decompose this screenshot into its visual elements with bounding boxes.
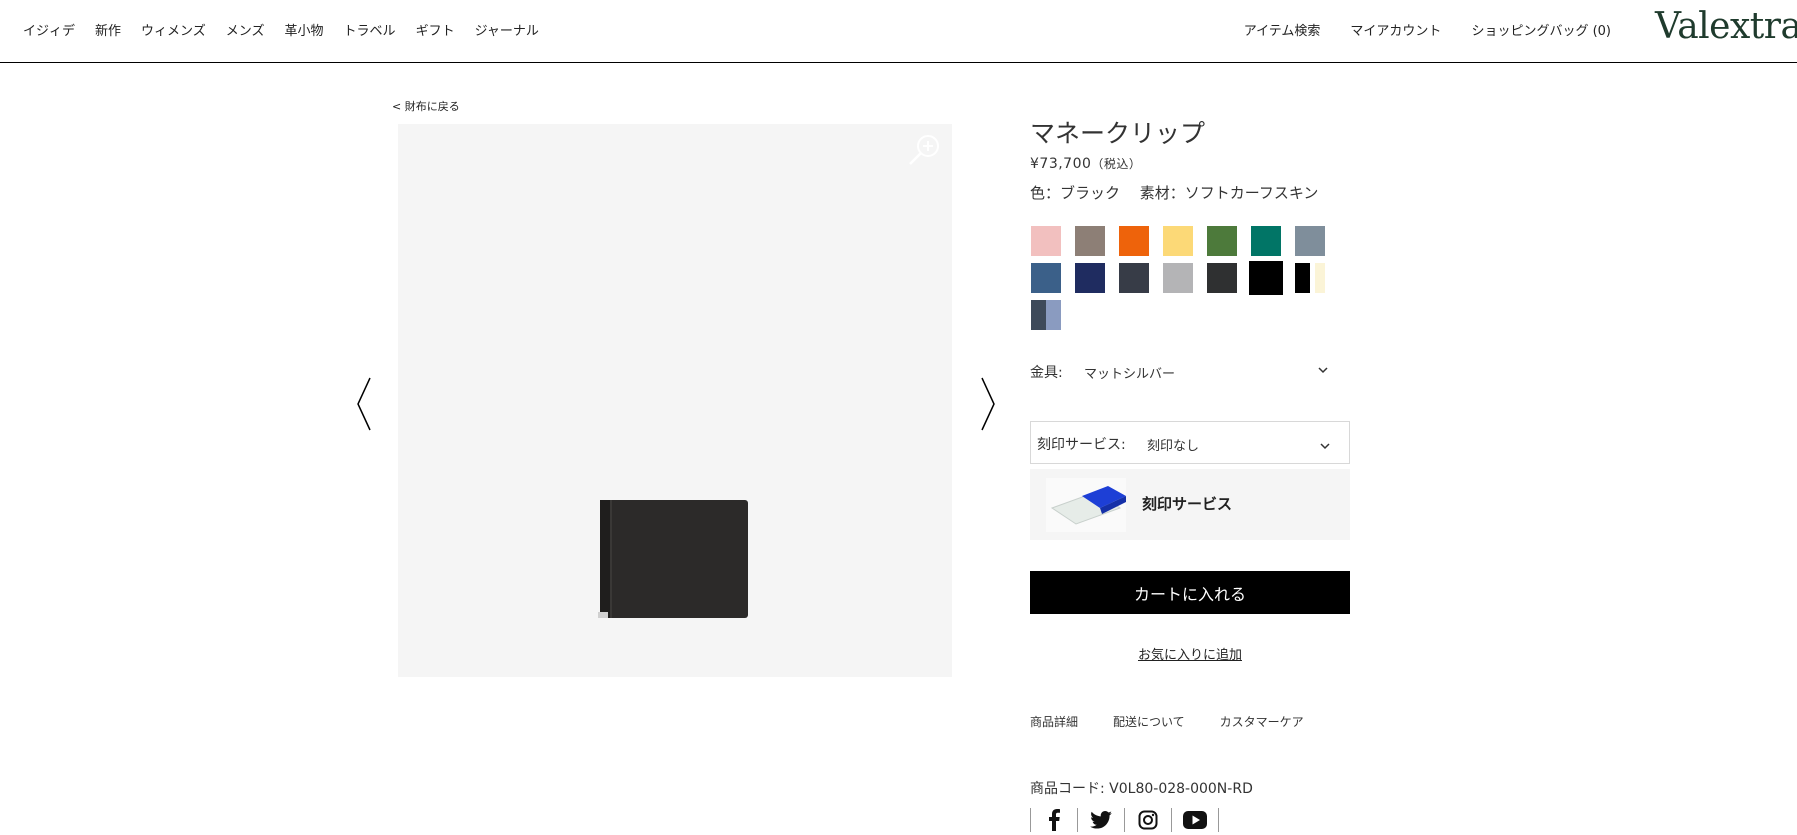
search-link[interactable]: アイテム検索 xyxy=(1244,20,1321,39)
nav-item-new[interactable]: 新作 xyxy=(95,20,121,39)
tab-product-details[interactable]: 商品詳細 xyxy=(1030,713,1078,730)
instagram-icon[interactable] xyxy=(1125,808,1171,832)
zoom-icon[interactable] xyxy=(906,132,942,168)
color-swatch-black-white-cream[interactable] xyxy=(1295,263,1325,293)
chevron-down-icon[interactable] xyxy=(1317,364,1329,376)
nav-item-journal[interactable]: ジャーナル xyxy=(475,20,539,39)
color-swatch-pink[interactable] xyxy=(1031,226,1061,256)
hardware-label: 金具: xyxy=(1030,365,1063,381)
product-title: マネークリップ xyxy=(1030,119,1206,148)
main-nav: イジィデ 新作 ウィメンズ メンズ 革小物 トラベル ギフト ジャーナル xyxy=(23,20,539,39)
color-swatch-green[interactable] xyxy=(1207,226,1237,256)
back-to-wallets-link[interactable]: < 財布に戻る xyxy=(392,98,460,114)
next-image-arrow-icon[interactable] xyxy=(978,374,998,434)
color-swatch-charcoal[interactable] xyxy=(1119,263,1149,293)
social-share xyxy=(1030,808,1219,832)
add-to-wishlist-link[interactable]: お気に入りに追加 xyxy=(1030,644,1350,663)
color-swatch-grey-blue[interactable] xyxy=(1295,226,1325,256)
engraving-label: 刻印サービス: xyxy=(1037,437,1126,453)
account-link[interactable]: マイアカウント xyxy=(1350,20,1441,39)
twitter-icon[interactable] xyxy=(1078,808,1124,832)
product-price: ¥73,700（税込） xyxy=(1030,155,1141,172)
hardware-selector[interactable]: 金具: マットシルバー xyxy=(1030,362,1330,382)
color-swatch-taupe[interactable] xyxy=(1075,226,1105,256)
youtube-icon[interactable] xyxy=(1172,808,1218,832)
engraving-box-image xyxy=(1046,478,1126,532)
color-swatch-teal[interactable] xyxy=(1251,226,1281,256)
engraving-card-title: 刻印サービス xyxy=(1142,495,1233,513)
color-swatch-light-grey[interactable] xyxy=(1163,263,1193,293)
add-to-cart-button[interactable]: カートに入れる xyxy=(1030,571,1350,614)
color-swatch-navy[interactable] xyxy=(1075,263,1105,293)
nav-item-small-leather[interactable]: 革小物 xyxy=(285,20,324,39)
engraving-service-card[interactable]: 刻印サービス xyxy=(1030,469,1350,540)
brand-logo[interactable]: Valextra xyxy=(1655,6,1797,47)
nav-item-travel[interactable]: トラベル xyxy=(344,20,396,39)
facebook-icon[interactable] xyxy=(1031,808,1077,832)
product-info-tabs: 商品詳細 配送について カスタマーケア xyxy=(1030,713,1304,730)
divider xyxy=(1218,808,1219,832)
engraving-value: 刻印なし xyxy=(1147,439,1200,454)
product-image[interactable] xyxy=(398,124,952,677)
color-swatch-orange[interactable] xyxy=(1119,226,1149,256)
color-swatch-slate-periwinkle[interactable] xyxy=(1031,300,1061,330)
chevron-down-icon[interactable] xyxy=(1319,437,1331,450)
color-swatch-dark-grey[interactable] xyxy=(1207,263,1237,293)
shopping-bag-link[interactable]: ショッピングバッグ (0) xyxy=(1471,20,1611,39)
utility-nav: アイテム検索 マイアカウント ショッピングバッグ (0) xyxy=(1244,20,1611,39)
engraving-service-select[interactable]: 刻印サービス: 刻印なし xyxy=(1030,421,1350,464)
color-swatch-blue[interactable] xyxy=(1031,263,1061,293)
color-material-text: 色：ブラック 素材：ソフトカーフスキン xyxy=(1030,184,1319,202)
price-value: ¥73,700 xyxy=(1030,156,1092,172)
color-swatch-yellow[interactable] xyxy=(1163,226,1193,256)
money-clip-wallet-image xyxy=(598,500,748,620)
nav-item-men[interactable]: メンズ xyxy=(226,20,265,39)
top-navigation-bar: イジィデ 新作 ウィメンズ メンズ 革小物 トラベル ギフト ジャーナル アイテ… xyxy=(0,0,1797,63)
tab-customer-care[interactable]: カスタマーケア xyxy=(1220,713,1304,730)
hardware-value: マットシルバー xyxy=(1084,367,1176,382)
nav-item-women[interactable]: ウィメンズ xyxy=(141,20,206,39)
tab-shipping[interactable]: 配送について xyxy=(1113,713,1185,730)
previous-image-arrow-icon[interactable] xyxy=(354,374,374,434)
nav-item-gift[interactable]: ギフト xyxy=(416,20,455,39)
color-swatch-black-selected[interactable] xyxy=(1249,261,1283,295)
product-code: 商品コード: V0L80-028-000N-RD xyxy=(1030,781,1253,797)
tax-note: （税込） xyxy=(1091,157,1142,171)
nav-item-isside[interactable]: イジィデ xyxy=(23,20,75,39)
